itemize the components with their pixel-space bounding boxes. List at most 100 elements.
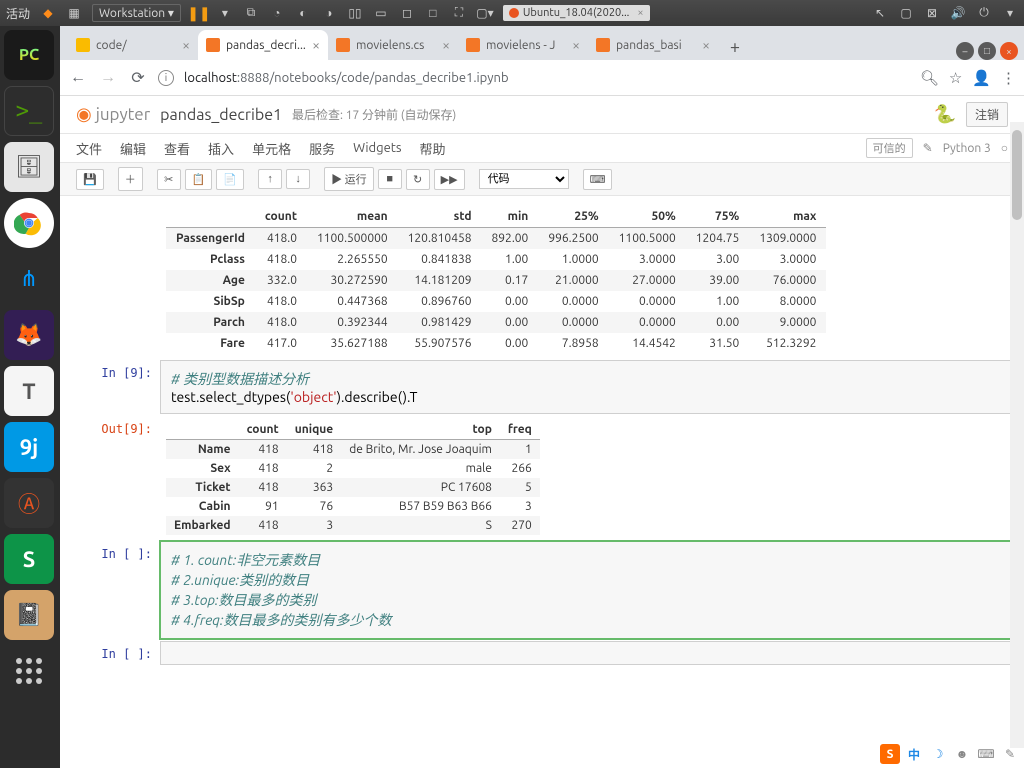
window-icon[interactable]: ▢ — [898, 5, 914, 21]
menu-help[interactable]: 帮助 — [420, 139, 446, 158]
panel-icon-2[interactable]: ▭ — [373, 5, 389, 21]
browser-tab[interactable]: pandas_decri...× — [198, 30, 328, 60]
profile-icon[interactable]: 👤 — [972, 69, 991, 87]
tray-moon-icon[interactable]: ☽ — [928, 744, 948, 764]
snapshot-icon[interactable]: ▾ — [217, 5, 233, 21]
save-button[interactable]: 💾 — [76, 169, 104, 190]
power-icon[interactable]: ⏻ — [976, 5, 992, 21]
new-tab-button[interactable]: + — [722, 34, 748, 60]
vmware-icon[interactable]: ◆ — [40, 5, 56, 21]
back-button[interactable]: ← — [68, 68, 88, 87]
close-icon[interactable]: × — [702, 37, 710, 53]
launcher-text-editor[interactable]: T — [4, 366, 54, 416]
edit-icon[interactable]: ✎ — [923, 141, 933, 155]
forward-button[interactable]: → — [98, 68, 118, 87]
close-icon[interactable]: × — [572, 37, 580, 53]
menu-kernel[interactable]: 服务 — [309, 139, 335, 158]
vm-icon-2[interactable]: ◔ — [269, 5, 285, 21]
activities-label[interactable]: 活动 — [6, 5, 30, 22]
launcher-files[interactable]: 🗄 — [4, 142, 54, 192]
vm-tab-ubuntu[interactable]: Ubuntu_18.04(2020...× — [503, 5, 650, 21]
fullscreen-icon[interactable]: ⛶ — [451, 5, 467, 21]
browser-menu-icon[interactable]: ⋮ — [1001, 69, 1016, 87]
code-input[interactable] — [160, 641, 1014, 665]
browser-tab[interactable]: pandas_basi× — [588, 30, 718, 60]
code-input[interactable]: # 类别型数据描述分析 test.select_dtypes('object')… — [160, 360, 1014, 414]
close-button[interactable]: × — [1000, 42, 1018, 60]
url-text[interactable]: localhost:8888/notebooks/code/pandas_dec… — [184, 71, 910, 85]
menu-view[interactable]: 查看 — [164, 139, 190, 158]
layout-icon[interactable]: ▦ — [66, 5, 82, 21]
trusted-badge[interactable]: 可信的 — [866, 138, 913, 158]
vm-icon-4[interactable]: ◑ — [321, 5, 337, 21]
code-cell[interactable]: In [ ]: — [70, 641, 1014, 665]
sys-menu-icon[interactable]: ▾ — [1002, 5, 1018, 21]
launcher-notes[interactable]: 📓 — [4, 590, 54, 640]
close-sys-icon[interactable]: ⊠ — [924, 5, 940, 21]
close-icon[interactable]: × — [182, 37, 190, 53]
cut-button[interactable]: ✂ — [157, 169, 181, 190]
launcher-firefox[interactable]: 🦊 — [4, 310, 54, 360]
menu-edit[interactable]: 编辑 — [120, 139, 146, 158]
site-info-icon[interactable]: i — [158, 70, 174, 86]
move-up-button[interactable]: ↑ — [258, 169, 282, 189]
jupyter-logo[interactable]: ◉jupyter — [76, 104, 150, 125]
close-icon[interactable]: × — [442, 37, 450, 53]
launcher-chrome[interactable] — [4, 198, 54, 248]
reload-button[interactable]: ⟳ — [128, 68, 148, 87]
view-mode-icon[interactable]: ▢▾ — [477, 5, 493, 21]
paste-button[interactable]: 📄 — [216, 169, 244, 190]
logout-button[interactable]: 注销 — [966, 102, 1008, 127]
scrollbar-thumb[interactable] — [1012, 130, 1022, 220]
close-icon[interactable]: × — [312, 37, 320, 53]
run-button[interactable]: ▶ 运行 — [324, 167, 374, 191]
launcher-software-updates[interactable]: Ⓐ — [4, 478, 54, 528]
tray-keyboard-icon[interactable]: ⌨ — [976, 744, 996, 764]
panel-icon-3[interactable]: ◻ — [399, 5, 415, 21]
tray-settings-icon[interactable]: ✎ — [1000, 744, 1020, 764]
launcher-terminal[interactable]: >_ — [4, 86, 54, 136]
maximize-button[interactable]: □ — [978, 42, 996, 60]
interrupt-button[interactable]: ■ — [378, 169, 402, 189]
code-cell[interactable]: In [9]: # 类别型数据描述分析 test.select_dtypes('… — [70, 360, 1014, 414]
panel-icon-4[interactable]: □ — [425, 5, 441, 21]
kernel-name[interactable]: Python 3 — [943, 142, 991, 155]
launcher-pycharm[interactable]: PC — [4, 30, 54, 80]
launcher-show-apps[interactable] — [4, 646, 54, 696]
last-checkpoint: 最后检查: 17 分钟前 (自动保存) — [292, 106, 456, 123]
ime-zh-icon[interactable]: 中 — [904, 744, 924, 764]
notebook-title[interactable]: pandas_decribe1 — [160, 106, 282, 124]
restart-run-all-button[interactable]: ▶▶ — [434, 169, 465, 190]
pause-icon[interactable]: ❚❚ — [191, 5, 207, 21]
code-input[interactable]: # 1. count:非空元素数目 # 2.unique:类别的数目 # 3.t… — [160, 541, 1014, 639]
vm-icon-3[interactable]: ◐ — [295, 5, 311, 21]
bookmark-icon[interactable]: ☆ — [949, 69, 962, 87]
vm-icon-1[interactable]: ⧉ — [243, 5, 259, 21]
page-scrollbar[interactable] — [1010, 122, 1024, 748]
copy-button[interactable]: 📋 — [185, 169, 213, 190]
command-palette-button[interactable]: ⌨ — [583, 169, 613, 190]
menu-insert[interactable]: 插入 — [208, 139, 234, 158]
menu-cell[interactable]: 单元格 — [252, 139, 291, 158]
workstation-dropdown[interactable]: Workstation ▾ — [92, 4, 181, 22]
menu-widgets[interactable]: Widgets — [353, 141, 401, 155]
menu-file[interactable]: 文件 — [76, 139, 102, 158]
add-cell-button[interactable]: ＋ — [118, 167, 143, 191]
launcher-wps[interactable]: S — [4, 534, 54, 584]
sogou-ime-icon[interactable]: S — [880, 744, 900, 764]
browser-tab[interactable]: movielens - J× — [458, 30, 588, 60]
browser-tab[interactable]: movielens.cs× — [328, 30, 458, 60]
move-down-button[interactable]: ↓ — [286, 169, 310, 189]
minimize-button[interactable]: – — [956, 42, 974, 60]
code-cell-selected[interactable]: In [ ]: # 1. count:非空元素数目 # 2.unique:类别的… — [70, 541, 1014, 639]
browser-tab[interactable]: code/× — [68, 30, 198, 60]
restart-button[interactable]: ↻ — [406, 169, 430, 190]
panel-icon-1[interactable]: ▯▯ — [347, 5, 363, 21]
cell-type-select[interactable]: 代码 — [479, 169, 569, 189]
volume-icon[interactable]: 🔊 — [950, 5, 966, 21]
launcher-vscode[interactable]: ⋔ — [4, 254, 54, 304]
search-icon[interactable]: 🔍︎ — [920, 69, 939, 87]
browser-tab-strip: code/× pandas_decri...× movielens.cs× mo… — [60, 26, 1024, 60]
tray-emoji-icon[interactable]: ☻ — [952, 744, 972, 764]
launcher-goldendict[interactable]: 9j — [4, 422, 54, 472]
